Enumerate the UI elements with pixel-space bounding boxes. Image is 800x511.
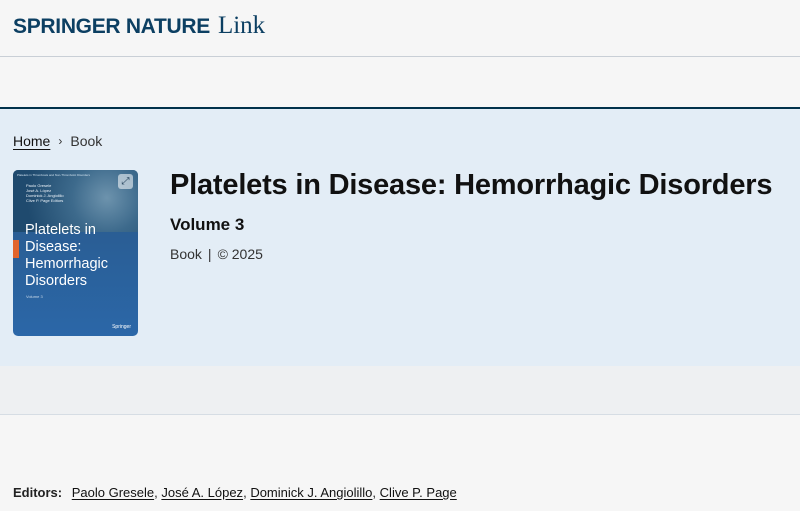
cover-editor: Clive P. Page Editors (26, 198, 64, 203)
cover-editors: Paolo Gresele José A. López Dominick J. … (26, 183, 64, 203)
breadcrumb-home-link[interactable]: Home (13, 133, 50, 149)
content-type: Book (170, 246, 202, 262)
meta-separator: | (207, 246, 212, 262)
brand-main: SPRINGER NATURE (13, 15, 210, 38)
cover-volume: Volume 3 (26, 294, 43, 299)
springer-nature-link-logo[interactable]: SPRINGER NATURE Link (13, 12, 265, 40)
book-hero: Home › Book Platelets in Thrombosis and … (0, 107, 800, 368)
editors-label: Editors: (13, 485, 63, 500)
editor-separator: , (154, 485, 158, 500)
editor-link[interactable]: Dominick J. Angiolillo (250, 485, 372, 500)
book-cover-image[interactable]: Platelets in Thrombosis and Non-Thrombot… (13, 170, 138, 336)
breadcrumb-current: Book (70, 133, 103, 149)
copyright-year: © 2025 (217, 246, 263, 262)
editor-separator: , (372, 485, 377, 500)
chevron-right-icon: › (58, 134, 63, 148)
editor-link[interactable]: Paolo Gresele (72, 485, 154, 500)
springer-publisher-logo: Springer (112, 324, 131, 330)
cover-accent-mark (13, 240, 19, 258)
brand-sub: Link (217, 12, 266, 39)
editor-link[interactable]: José A. López (161, 485, 243, 500)
volume-label: Volume 3 (170, 215, 245, 234)
editors-list: Editors: Paolo Gresele, José A. López, D… (13, 485, 457, 500)
editor-link[interactable]: Clive P. Page (380, 485, 457, 500)
sub-nav-strip (0, 366, 800, 415)
site-header: SPRINGER NATURE Link (0, 0, 800, 57)
editor-separator: , (243, 485, 247, 500)
breadcrumb: Home › Book (13, 133, 102, 149)
page-title: Platelets in Disease: Hemorrhagic Disord… (170, 169, 773, 201)
nav-strip (0, 57, 800, 107)
cover-series: Platelets in Thrombosis and Non-Thrombot… (17, 173, 90, 177)
cover-title: Platelets in Disease: Hemorrhagic Disord… (25, 222, 108, 289)
expand-icon[interactable]: ⤢ (118, 174, 133, 189)
book-meta: Book | © 2025 (170, 246, 263, 262)
